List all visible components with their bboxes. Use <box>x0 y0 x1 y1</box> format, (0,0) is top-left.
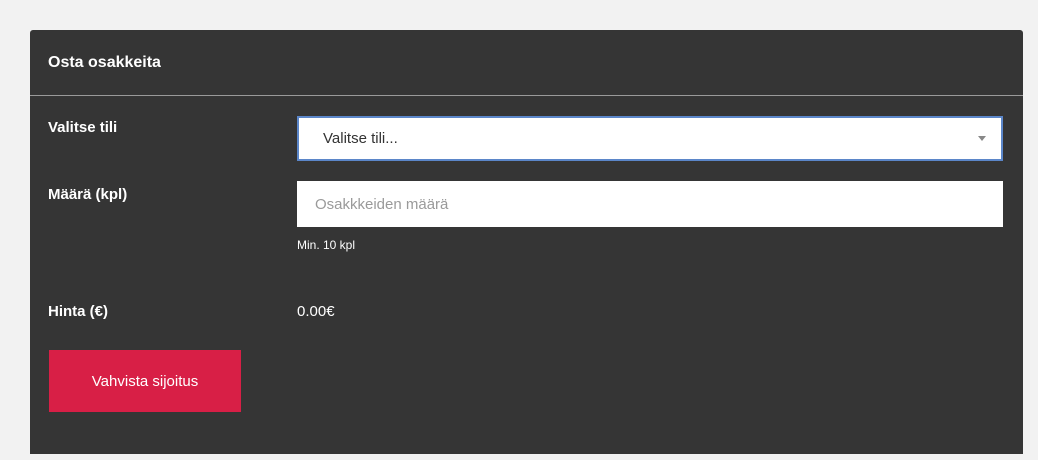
amount-input[interactable] <box>297 181 1003 227</box>
amount-help-text: Min. 10 kpl <box>297 238 356 252</box>
price-value: 0.00€ <box>297 303 335 320</box>
caret-down-icon <box>978 136 986 141</box>
panel-title: Osta osakkeita <box>48 53 161 71</box>
panel-header: Osta osakkeita <box>30 30 1023 96</box>
amount-label: Määrä (kpl) <box>48 186 128 203</box>
confirm-investment-button[interactable]: Vahvista sijoitus <box>49 350 241 412</box>
account-select[interactable]: Valitse tili... <box>297 116 1003 161</box>
price-label: Hinta (€) <box>48 303 108 320</box>
account-label: Valitse tili <box>48 119 118 136</box>
buy-shares-panel: Osta osakkeita Valitse tili Valitse tili… <box>30 30 1023 454</box>
account-select-value: Valitse tili... <box>323 130 398 147</box>
